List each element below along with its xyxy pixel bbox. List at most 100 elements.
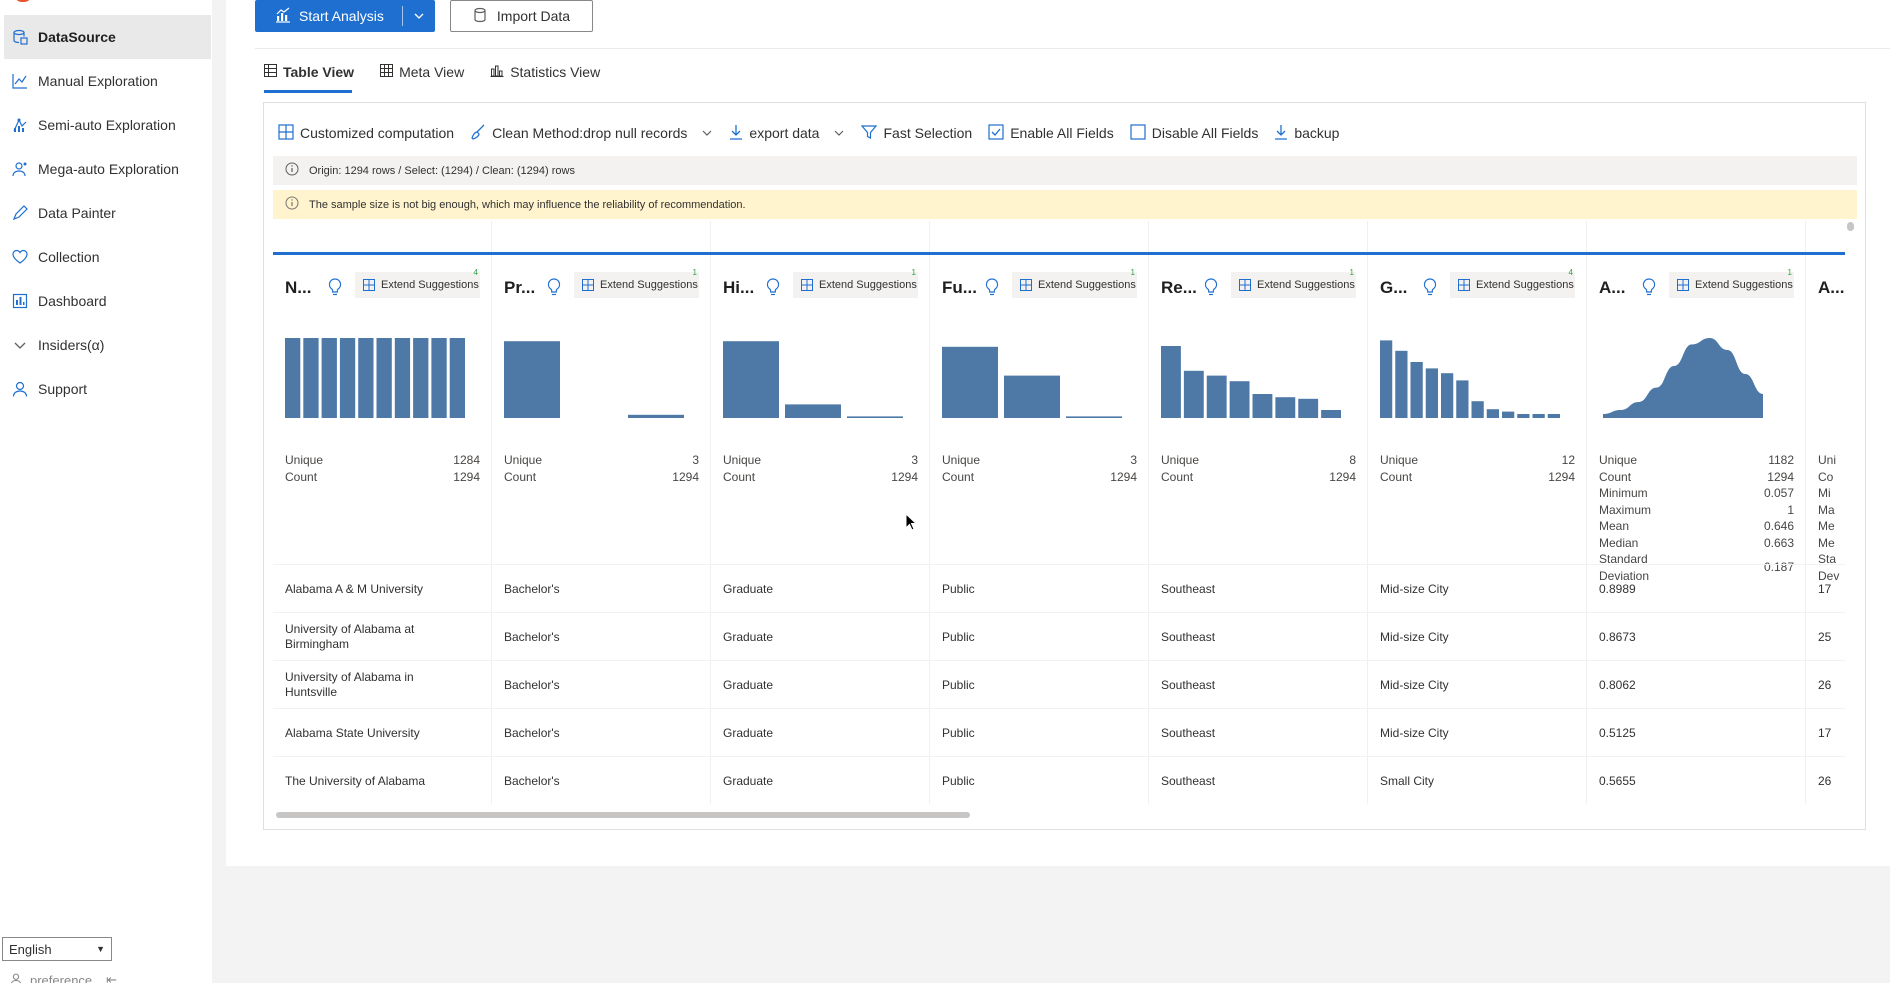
extend-suggestions-button[interactable]: Extend Suggestions 1 bbox=[793, 268, 918, 298]
stat-row: Unique 12 bbox=[1380, 452, 1575, 469]
semi-auto-icon bbox=[10, 115, 30, 135]
stat-key: Mi bbox=[1818, 486, 1831, 500]
app-logo bbox=[14, 0, 32, 2]
table-row[interactable]: Alabama State University Bachelor's Gradua… bbox=[273, 708, 1845, 756]
extend-suggestions-label: Extend Suggestions bbox=[600, 279, 698, 291]
extend-suggestions-button[interactable]: Extend Suggestions 1 bbox=[574, 268, 699, 298]
heart-icon bbox=[10, 247, 30, 267]
extend-suggestions-button[interactable]: Extend Suggestions 4 bbox=[355, 268, 480, 298]
clean-method-dropdown[interactable]: Clean Method:drop null records bbox=[470, 124, 713, 143]
fast-selection-button[interactable]: Fast Selection bbox=[861, 124, 972, 143]
extend-suggestions-button[interactable]: Extend Suggestions 1 bbox=[1012, 268, 1137, 298]
table-cell: Graduate bbox=[723, 581, 774, 596]
sidebar-item-mega-auto-exploration[interactable]: Mega-auto Exploration bbox=[4, 147, 211, 191]
sidebar-item-collection[interactable]: Collection bbox=[4, 235, 211, 279]
language-select[interactable]: English ▼ bbox=[2, 937, 112, 961]
disable-all-fields-label: Disable All Fields bbox=[1151, 125, 1259, 141]
collapse-icon[interactable]: ⇤ bbox=[106, 972, 117, 983]
sidebar-item-insiders[interactable]: Insiders(α) bbox=[4, 323, 211, 367]
suggestion-count-badge: 1 bbox=[1787, 268, 1792, 277]
extend-suggestions-button[interactable]: Extend Suggestions 4 bbox=[1450, 268, 1575, 298]
histogram-bar bbox=[1456, 380, 1469, 418]
import-icon bbox=[473, 7, 489, 26]
lightbulb-icon[interactable] bbox=[1203, 278, 1219, 296]
table-row[interactable]: Alabama A & M University Bachelor's Gradua… bbox=[273, 564, 1845, 612]
vertical-scrollbar-thumb[interactable] bbox=[1847, 222, 1854, 231]
extend-suggestions-label: Extend Suggestions bbox=[381, 279, 479, 291]
lightbulb-icon[interactable] bbox=[765, 278, 781, 296]
stat-row: Mi bbox=[1818, 485, 1845, 502]
sidebar-item-label: Dashboard bbox=[38, 293, 107, 309]
column-histogram bbox=[285, 338, 465, 418]
start-analysis-button[interactable]: Start Analysis bbox=[255, 0, 435, 32]
backup-button[interactable]: backup bbox=[1274, 124, 1339, 143]
stat-key: Count bbox=[504, 469, 537, 484]
column-name[interactable]: N... bbox=[285, 278, 311, 298]
table-cell: Mid-size City bbox=[1380, 581, 1449, 596]
table-cell: Graduate bbox=[723, 677, 774, 692]
column-name[interactable]: A... bbox=[1599, 278, 1625, 298]
stat-row: Mean 0.646 bbox=[1599, 518, 1794, 535]
histogram-bar bbox=[1183, 370, 1204, 418]
table-cell: Mid-size City bbox=[1380, 677, 1449, 692]
export-data-dropdown[interactable]: export data bbox=[729, 124, 845, 143]
table-cell: Bachelor's bbox=[504, 629, 560, 644]
active-tab-indicator bbox=[264, 90, 352, 93]
extend-suggestions-button[interactable]: Extend Suggestions 1 bbox=[1669, 268, 1794, 298]
extend-suggestions-label: Extend Suggestions bbox=[1695, 279, 1793, 291]
column-name[interactable]: Hi... bbox=[723, 278, 754, 298]
table-cell: Southeast bbox=[1161, 629, 1216, 644]
column-name[interactable]: Pr... bbox=[504, 278, 535, 298]
stat-key: Minimum bbox=[1599, 486, 1648, 500]
sidebar-item-semi-auto-exploration[interactable]: Semi-auto Exploration bbox=[4, 103, 211, 147]
table-cell: Graduate bbox=[723, 629, 774, 644]
table-cell: 26 bbox=[1818, 677, 1832, 692]
sidebar-item-data-painter[interactable]: Data Painter bbox=[4, 191, 211, 235]
table-cell: Mid-size City bbox=[1380, 629, 1449, 644]
table-cell: Bachelor's bbox=[504, 725, 560, 740]
sidebar-item-manual-exploration[interactable]: Manual Exploration bbox=[4, 59, 211, 103]
lightbulb-icon[interactable] bbox=[327, 278, 343, 296]
sidebar-item-support[interactable]: Support bbox=[4, 367, 211, 411]
stat-key: Unique bbox=[723, 453, 762, 467]
sidebar-item-label: Collection bbox=[38, 249, 100, 265]
enable-all-fields-button[interactable]: Enable All Fields bbox=[988, 123, 1114, 143]
table-cell: Alabama State University bbox=[285, 725, 420, 740]
extend-suggestions-label: Extend Suggestions bbox=[1038, 279, 1136, 291]
column-name[interactable]: Fu... bbox=[942, 278, 977, 298]
horizontal-scrollbar-thumb[interactable] bbox=[276, 812, 970, 818]
horizontal-scrollbar[interactable] bbox=[273, 810, 1845, 818]
table-cell: University of Alabama at Birmingham bbox=[285, 622, 415, 651]
pencil-icon bbox=[10, 203, 30, 223]
grid-plus-icon bbox=[1677, 279, 1689, 291]
table-cell: 0.8673 bbox=[1599, 629, 1636, 644]
disable-all-fields-button[interactable]: Disable All Fields bbox=[1130, 123, 1259, 143]
tab-meta-view[interactable]: Meta View bbox=[380, 60, 464, 84]
tab-statistics-view[interactable]: Statistics View bbox=[490, 60, 600, 84]
table-cell: Graduate bbox=[723, 725, 774, 740]
table-row[interactable]: University of Alabama in Huntsville Bache… bbox=[273, 660, 1845, 708]
stat-row: Minimum 0.057 bbox=[1599, 485, 1794, 502]
sidebar-item-dashboard[interactable]: Dashboard bbox=[4, 279, 211, 323]
table-row[interactable]: University of Alabama at Birmingham Bache… bbox=[273, 612, 1845, 660]
histogram-bar bbox=[1380, 340, 1393, 418]
column-name[interactable]: G... bbox=[1380, 278, 1407, 298]
preference-link[interactable]: preference ⇤ bbox=[10, 972, 117, 983]
lightbulb-icon[interactable] bbox=[984, 278, 1000, 296]
lightbulb-icon[interactable] bbox=[546, 278, 562, 296]
start-analysis-dropdown[interactable] bbox=[403, 10, 435, 22]
table-row[interactable]: The University of Alabama Bachelor's Gradu… bbox=[273, 756, 1845, 804]
lightbulb-icon[interactable] bbox=[1422, 278, 1438, 296]
extend-suggestions-button[interactable]: Extend Suggestions 1 bbox=[1231, 268, 1356, 298]
stat-row: Me bbox=[1818, 535, 1845, 552]
sidebar-item-datasource[interactable]: DataSource bbox=[4, 15, 211, 59]
lightbulb-icon[interactable] bbox=[1641, 278, 1657, 296]
histogram-bar bbox=[504, 341, 560, 418]
column-name[interactable]: Re... bbox=[1161, 278, 1197, 298]
column-name[interactable]: A... bbox=[1818, 278, 1844, 298]
customized-computation-button[interactable]: Customized computation bbox=[278, 123, 454, 143]
import-data-button[interactable]: Import Data bbox=[450, 0, 593, 32]
stat-key: Unique bbox=[285, 453, 324, 467]
sidebar: DataSource Manual Exploration Semi-auto … bbox=[0, 0, 212, 983]
tab-table-view[interactable]: Table View bbox=[264, 60, 354, 84]
